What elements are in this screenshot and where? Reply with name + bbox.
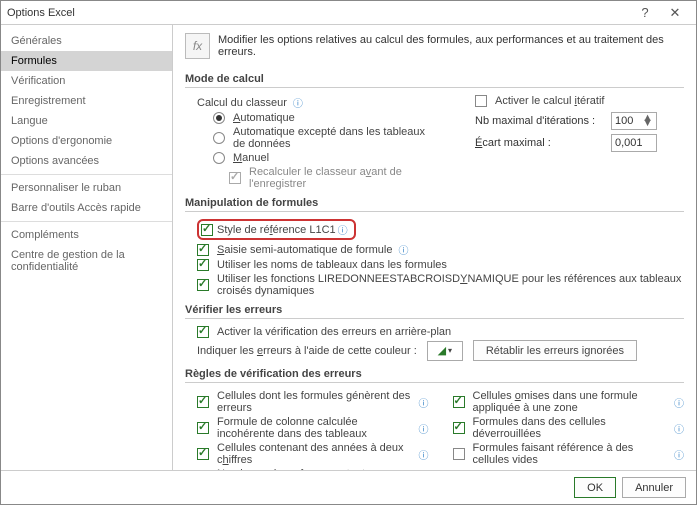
info-icon[interactable]: ⓘ — [674, 447, 684, 462]
ok-button[interactable]: OK — [574, 477, 616, 498]
info-icon[interactable]: ⓘ — [674, 395, 684, 410]
error-color-picker[interactable]: ◢▾ — [427, 341, 463, 361]
check-noms-tableaux[interactable] — [197, 259, 209, 271]
info-icon[interactable]: ⓘ — [674, 421, 684, 436]
section-mode-calcul: Mode de calcul — [185, 67, 684, 88]
check-liredonnees[interactable] — [197, 279, 209, 291]
radio-auto[interactable] — [213, 112, 225, 124]
rule-right-2[interactable] — [453, 448, 465, 460]
info-icon[interactable]: ⓘ — [419, 421, 429, 436]
sidebar-item-formules[interactable]: Formules — [1, 51, 172, 71]
category-sidebar: Générales Formules Vérification Enregist… — [1, 25, 173, 470]
help-icon[interactable]: ? — [630, 5, 660, 20]
check-iteratif[interactable] — [475, 95, 487, 107]
reset-errors-button[interactable]: Rétablir les erreurs ignorées — [473, 340, 637, 361]
check-recalc — [229, 172, 241, 184]
info-icon[interactable]: ⓘ — [338, 222, 348, 237]
section-regles: Règles de vérification des erreurs — [185, 362, 684, 383]
radio-auto-except[interactable] — [213, 132, 225, 144]
sidebar-item-avancees[interactable]: Options avancées — [1, 151, 172, 171]
color-label: Indiquer les erreurs à l'aide de cette c… — [197, 345, 417, 357]
check-verif-enable[interactable] — [197, 326, 209, 338]
radio-manuel[interactable] — [213, 152, 225, 164]
section-manipulation: Manipulation de formules — [185, 191, 684, 212]
sidebar-item-langue[interactable]: Langue — [1, 111, 172, 131]
sidebar-item-complements[interactable]: Compléments — [1, 225, 172, 245]
rule-right-1[interactable] — [453, 422, 465, 434]
sidebar-item-acces-rapide[interactable]: Barre d'outils Accès rapide — [1, 198, 172, 218]
iter-ecart-label: Écart maximal : — [475, 137, 605, 149]
rule-right-3[interactable] — [453, 470, 465, 471]
info-icon[interactable]: ⓘ — [419, 395, 429, 410]
check-saisie-auto[interactable] — [197, 244, 209, 256]
iter-max-label: Nb maximal d'itérations : — [475, 115, 605, 127]
sidebar-item-enregistrement[interactable]: Enregistrement — [1, 91, 172, 111]
sidebar-item-confidentialite[interactable]: Centre de gestion de la confidentialité — [1, 245, 172, 277]
sidebar-item-ruban[interactable]: Personnaliser le ruban — [1, 178, 172, 198]
info-icon[interactable]: ⓘ — [293, 95, 303, 110]
section-verifier: Vérifier les erreurs — [185, 298, 684, 319]
cancel-button[interactable]: Annuler — [622, 477, 686, 498]
page-description: Modifier les options relatives au calcul… — [218, 34, 684, 58]
check-style-l1c1[interactable] — [201, 224, 213, 236]
info-icon[interactable]: ⓘ — [398, 242, 408, 257]
rule-left-0[interactable] — [197, 396, 209, 408]
close-icon[interactable]: ✕ — [660, 5, 690, 21]
iter-max-input[interactable]: 100▲▼ — [611, 112, 657, 130]
formula-icon: fx — [185, 33, 210, 59]
highlight-l1c1: Style de référence L1C1ⓘ — [197, 219, 356, 240]
info-icon[interactable]: ⓘ — [419, 447, 429, 462]
sidebar-item-verification[interactable]: Vérification — [1, 71, 172, 91]
sidebar-item-ergonomie[interactable]: Options d'ergonomie — [1, 131, 172, 151]
sidebar-item-generales[interactable]: Générales — [1, 31, 172, 51]
rule-right-0[interactable] — [453, 396, 465, 408]
calc-group-label: Calcul du classeurⓘ — [185, 94, 435, 111]
rule-left-1[interactable] — [197, 422, 209, 434]
rule-left-2[interactable] — [197, 448, 209, 460]
iter-ecart-input[interactable]: 0,001 — [611, 134, 657, 152]
window-title: Options Excel — [7, 7, 630, 19]
